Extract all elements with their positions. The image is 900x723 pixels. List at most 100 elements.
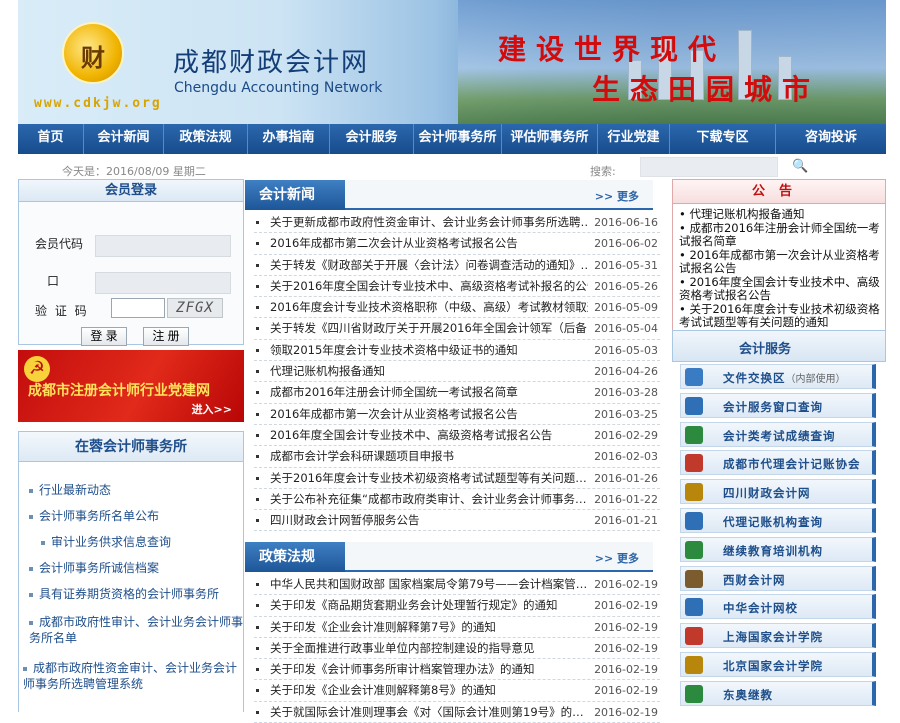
news-item-title[interactable]: 关于就国际会计准则理事会《对〈国际会计准则第19号》的…: [270, 702, 588, 723]
service-link[interactable]: 东奥继教: [680, 680, 876, 706]
news-item-title[interactable]: 代理记账机构报备通知: [270, 361, 588, 382]
firm-link[interactable]: 成都市政府性审计、会计业务会计师事务所名单: [29, 614, 243, 646]
nav-services[interactable]: 会计服务: [330, 124, 414, 154]
news-item-title[interactable]: 关于2016年度会计专业技术初级资格考试试题型等有关问题…: [270, 468, 588, 489]
service-label: 北京国家会计学院: [723, 659, 823, 673]
news-item[interactable]: 2016年成都市第一次会计从业资格考试报名公告 2016-03-25: [254, 404, 660, 425]
notice-item[interactable]: • 成都市2016年注册会计师全国统一考试报名简章: [679, 221, 881, 249]
news-item[interactable]: 关于更新成都市政府性资金审计、会计业务会计师事务所选聘… 2016-06-16: [254, 212, 660, 234]
news-item-title[interactable]: 四川财政会计网暂停服务公告: [270, 510, 588, 531]
firm-link[interactable]: 会计师事务所诚信档案: [29, 560, 239, 576]
news-item[interactable]: 成都市会计学会科研课题项目申报书 2016-02-03: [254, 446, 660, 468]
news-item[interactable]: 关于转发《财政部关于开展〈会计法〉问卷调查活动的通知》… 2016-05-31: [254, 255, 660, 276]
news-item-title[interactable]: 关于印发《商品期货套期业务会计处理暂行规定》的通知: [270, 595, 588, 616]
service-link[interactable]: 代理记账机构查询: [680, 508, 876, 533]
service-link[interactable]: 上海国家会计学院: [680, 623, 876, 649]
news-item-title[interactable]: 2016年成都市第二次会计从业资格考试报名公告: [270, 233, 588, 254]
register-button[interactable]: 注 册: [143, 327, 189, 346]
nav-party[interactable]: 行业党建: [598, 124, 670, 154]
login-button[interactable]: 登 录: [81, 327, 127, 346]
news-item[interactable]: 关于转发《四川省财政厅关于开展2016年全国会计领军（后备… 2016-05-04: [254, 318, 660, 340]
news-item[interactable]: 成都市2016年注册会计师全国统一考试报名简章 2016-03-28: [254, 382, 660, 404]
nav-home[interactable]: 首页: [18, 124, 84, 154]
news-item[interactable]: 代理记账机构报备通知 2016-04-26: [254, 361, 660, 383]
service-link[interactable]: 西财会计网: [680, 565, 876, 591]
captcha-image[interactable]: ZFGX: [167, 298, 223, 318]
service-link[interactable]: 四川财政会计网: [680, 479, 876, 505]
captcha-input[interactable]: [111, 298, 165, 318]
search-input[interactable]: [640, 157, 778, 177]
notice-item[interactable]: • 2016年成都市第一次会计从业资格考试报名公告: [679, 248, 881, 276]
party-banner-enter[interactable]: 进入>>: [192, 401, 232, 417]
news-item-title[interactable]: 关于印发《会计师事务所审计档案管理办法》的通知: [270, 659, 588, 680]
news-item-title[interactable]: 关于印发《企业会计准则解释第7号》的通知: [270, 617, 588, 638]
service-link[interactable]: 文件交换区（内部使用）: [680, 364, 876, 389]
firm-link[interactable]: 会计师事务所名单公布: [29, 508, 239, 524]
news-item[interactable]: 关于印发《企业会计准则解释第8号》的通知 2016-02-19: [254, 680, 660, 702]
service-link[interactable]: 中华会计网校: [680, 594, 876, 620]
news-item-title[interactable]: 中华人民共和国财政部 国家档案局令第79号——会计档案管…: [270, 574, 588, 595]
news-item-title[interactable]: 成都市2016年注册会计师全国统一考试报名简章: [270, 382, 588, 403]
policy-more-link[interactable]: >> 更多: [595, 550, 639, 566]
news-item[interactable]: 中华人民共和国财政部 国家档案局令第79号——会计档案管… 2016-02-19: [254, 574, 660, 596]
service-link[interactable]: 北京国家会计学院: [680, 652, 876, 677]
news-item[interactable]: 四川财政会计网暂停服务公告 2016-01-21: [254, 510, 660, 532]
slogan-line1: 建设世界现代: [498, 33, 727, 66]
news-item[interactable]: 关于印发《商品期货套期业务会计处理暂行规定》的通知 2016-02-19: [254, 595, 660, 617]
search-icon[interactable]: 🔍: [792, 159, 808, 174]
news-item[interactable]: 关于公布补充征集“成都市政府类审计、会计业务会计师事务… 2016-01-22: [254, 489, 660, 511]
news-item-title[interactable]: 成都市会计学会科研课题项目申报书: [270, 446, 588, 467]
notice-item[interactable]: • 关于2016年度会计专业技术初级资格考试试题型等有关问题的通知: [679, 302, 881, 330]
news-item[interactable]: 关于就国际会计准则理事会《对〈国际会计准则第19号》的… 2016-02-19: [254, 702, 660, 723]
password-input[interactable]: [95, 272, 231, 294]
nav-appraisal-firms[interactable]: 评估师事务所: [502, 124, 598, 154]
news-item-title[interactable]: 2016年度会计专业技术资格职称（中级、高级）考试教材领取通知: [270, 297, 588, 318]
news-item-title[interactable]: 关于2016年度全国会计专业技术中、高级资格考试补报名的公告: [270, 276, 588, 297]
firm-link[interactable]: 成都市政府性资金审计、会计业务会计师事务所选聘管理系统: [23, 660, 241, 692]
news-item-title[interactable]: 关于印发《企业会计准则解释第8号》的通知: [270, 680, 588, 701]
news-item[interactable]: 2016年成都市第二次会计从业资格考试报名公告 2016-06-02: [254, 233, 660, 255]
news-item-title[interactable]: 关于公布补充征集“成都市政府类审计、会计业务会计师事务…: [270, 489, 588, 510]
nav-accounting-news[interactable]: 会计新闻: [84, 124, 164, 154]
news-item[interactable]: 2016年度全国会计专业技术中、高级资格考试报名公告 2016-02-29: [254, 425, 660, 447]
firm-link[interactable]: 行业最新动态: [29, 482, 239, 498]
news-item-title[interactable]: 关于更新成都市政府性资金审计、会计业务会计师事务所选聘…: [270, 212, 588, 233]
nav-policy[interactable]: 政策法规: [164, 124, 248, 154]
nav-cpa-firms[interactable]: 会计师事务所: [414, 124, 502, 154]
member-code-input[interactable]: [95, 235, 231, 257]
service-link[interactable]: 会计服务窗口查询: [680, 392, 876, 418]
news-item[interactable]: 关于印发《会计师事务所审计档案管理办法》的通知 2016-02-19: [254, 659, 660, 681]
news-item[interactable]: 关于2016年度全国会计专业技术中、高级资格考试补报名的公告 2016-05-26: [254, 276, 660, 298]
news-item-date: 2016-04-26: [594, 365, 658, 379]
service-label: 会计类考试成绩查询: [723, 428, 836, 443]
news-item[interactable]: 关于2016年度会计专业技术初级资格考试试题型等有关问题… 2016-01-26: [254, 468, 660, 489]
nav-download[interactable]: 下载专区: [670, 124, 776, 154]
site-logo[interactable]: 财: [62, 22, 124, 84]
news-item-title[interactable]: 2016年成都市第一次会计从业资格考试报名公告: [270, 404, 588, 425]
news-item-title[interactable]: 关于全面推进行政事业单位内部控制建设的指导意见: [270, 638, 588, 659]
party-building-banner[interactable]: ☭ 成都市注册会计师行业党建网 进入>>: [18, 350, 244, 422]
news-item-date: 2016-02-29: [594, 428, 658, 442]
service-label: 成都市代理会计记账协会: [723, 457, 861, 472]
service-link[interactable]: 继续教育培训机构: [680, 536, 876, 562]
site-title-cn: 成都财政会计网: [173, 48, 370, 78]
notice-item[interactable]: • 代理记账机构报备通知: [679, 207, 881, 222]
bullet-icon: [256, 583, 259, 586]
service-link[interactable]: 成都市代理会计记账协会: [680, 450, 876, 476]
firm-link[interactable]: 具有证券期货资格的会计师事务所: [29, 586, 243, 602]
news-item-title[interactable]: 领取2015年度会计专业技术资格中级证书的通知: [270, 340, 588, 361]
news-item[interactable]: 关于全面推进行政事业单位内部控制建设的指导意见 2016-02-19: [254, 638, 660, 660]
nav-guide[interactable]: 办事指南: [248, 124, 330, 154]
news-more-link[interactable]: >> 更多: [595, 188, 639, 204]
news-item-title[interactable]: 2016年度全国会计专业技术中、高级资格考试报名公告: [270, 425, 588, 446]
news-item-title[interactable]: 关于转发《四川省财政厅关于开展2016年全国会计领军（后备…: [270, 318, 588, 339]
news-item[interactable]: 关于印发《企业会计准则解释第7号》的通知 2016-02-19: [254, 617, 660, 638]
service-link[interactable]: 会计类考试成绩查询: [680, 421, 876, 447]
nav-consult[interactable]: 咨询投诉: [776, 124, 886, 154]
firm-link[interactable]: 审计业务供求信息查询: [41, 534, 241, 550]
news-item-title[interactable]: 关于转发《财政部关于开展〈会计法〉问卷调查活动的通知》…: [270, 255, 588, 276]
notice-item[interactable]: • 2016年度全国会计专业技术中、高级资格考试报名公告: [679, 275, 881, 303]
news-item[interactable]: 领取2015年度会计专业技术资格中级证书的通知 2016-05-03: [254, 340, 660, 362]
news-item[interactable]: 2016年度会计专业技术资格职称（中级、高级）考试教材领取通知 2016-05-0…: [254, 297, 660, 319]
captcha-label: 验 证 码: [35, 304, 89, 318]
